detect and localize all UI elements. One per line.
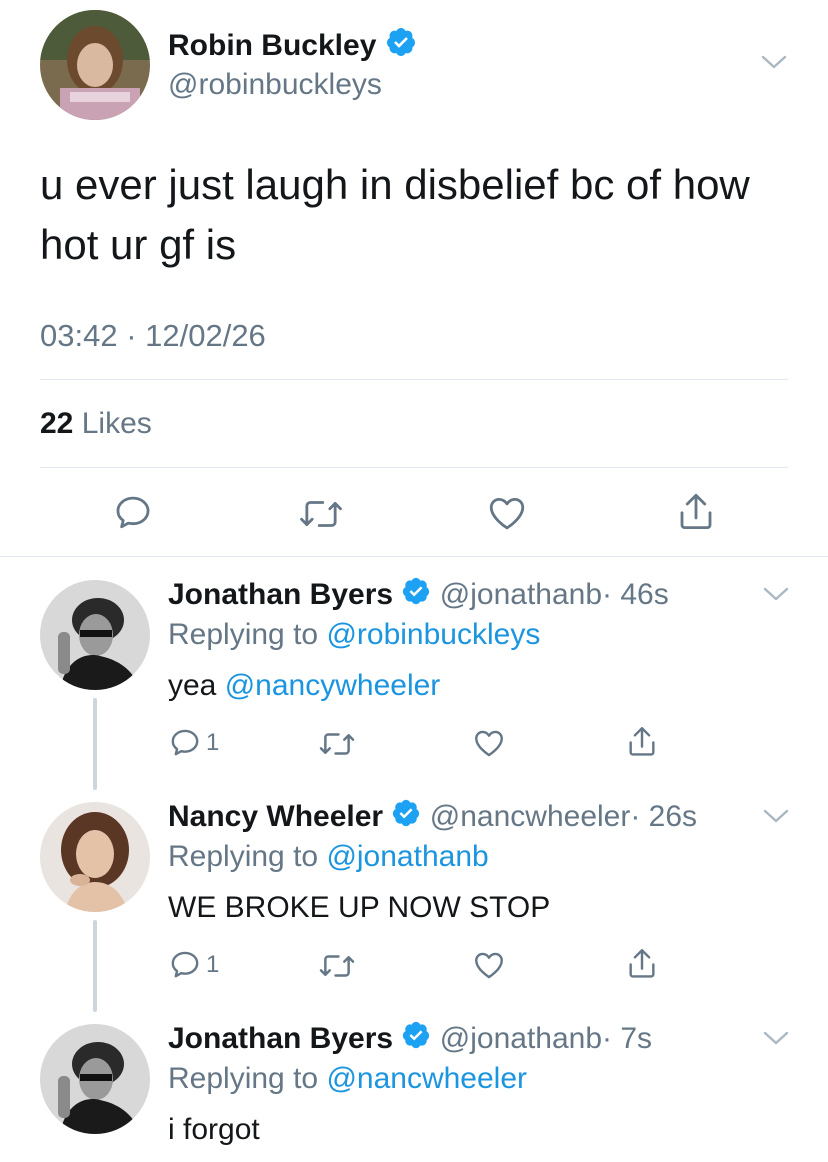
heart-icon[interactable] xyxy=(472,726,506,760)
replying-to-label: Replying to xyxy=(168,1062,319,1095)
tweet-text: u ever just laugh in disbelief bc of how… xyxy=(40,161,750,268)
replying-to-handle[interactable]: @jonathanb xyxy=(326,840,488,873)
avatar-photo xyxy=(40,802,150,912)
verified-badge-icon xyxy=(401,1020,431,1060)
retweet-icon[interactable] xyxy=(318,950,356,982)
divider xyxy=(0,556,828,557)
reply-header: Jonathan Byers @jonathanb· 7s xyxy=(168,1020,652,1060)
avatar-photo xyxy=(40,1024,150,1134)
replying-to-handle[interactable]: @robinbuckleys xyxy=(326,618,540,651)
author-name-text[interactable]: Robin Buckley xyxy=(168,29,376,62)
reply-button[interactable]: 1 xyxy=(168,726,219,760)
reply-count: 1 xyxy=(206,729,220,756)
avatar-photo xyxy=(40,10,150,120)
likes-summary[interactable]: 22 Likes xyxy=(40,405,152,443)
thread-line xyxy=(93,920,97,1012)
reply-icon xyxy=(168,726,202,760)
reply-author-name[interactable]: Jonathan Byers xyxy=(168,1022,393,1055)
reply-text: i forgot xyxy=(168,1113,260,1146)
reply-author-name[interactable]: Nancy Wheeler xyxy=(168,800,383,833)
avatar[interactable] xyxy=(40,802,150,912)
mention-link[interactable]: @nancywheeler xyxy=(225,669,441,702)
author-handle[interactable]: @robinbuckleys xyxy=(168,66,382,104)
reply-author-handle[interactable]: @nancwheeler xyxy=(430,800,631,833)
replying-to-label: Replying to xyxy=(168,840,319,873)
reply-text: yea @nancywheeler xyxy=(168,667,440,705)
chevron-down-icon[interactable] xyxy=(762,1028,790,1053)
reply-icon[interactable] xyxy=(112,492,154,534)
reply-text-body: yea xyxy=(168,669,217,702)
reply-time: · 7s xyxy=(602,1022,653,1055)
avatar[interactable] xyxy=(40,1024,150,1134)
replying-to: Replying to @nancwheeler xyxy=(168,1060,527,1098)
replying-to: Replying to @jonathanb xyxy=(168,838,489,876)
avatar[interactable] xyxy=(40,580,150,690)
reply-author-name[interactable]: Jonathan Byers xyxy=(168,578,393,611)
reply-time: · 46s xyxy=(602,578,669,611)
reply-author-handle[interactable]: @jonathanb xyxy=(440,1022,602,1055)
chevron-down-icon[interactable] xyxy=(762,806,790,831)
replying-to: Replying to @robinbuckleys xyxy=(168,616,540,654)
replying-to-label: Replying to xyxy=(168,618,319,651)
likes-label: Likes xyxy=(81,407,152,440)
verified-badge-icon xyxy=(385,26,417,68)
likes-count: 22 xyxy=(40,407,74,440)
thread-line xyxy=(93,698,97,790)
retweet-icon[interactable] xyxy=(298,494,344,534)
reply-button[interactable]: 1 xyxy=(168,948,219,982)
tweet-timestamp: 03:42 · 12/02/26 xyxy=(40,318,266,353)
share-icon[interactable] xyxy=(626,946,658,980)
chevron-down-icon[interactable] xyxy=(762,584,790,609)
author-name[interactable]: Robin Buckley xyxy=(168,26,417,68)
share-icon[interactable] xyxy=(676,490,716,532)
reply-count: 1 xyxy=(206,951,220,978)
avatar[interactable] xyxy=(40,10,150,120)
reply-text: WE BROKE UP NOW STOP xyxy=(168,891,551,924)
reply-time: · 26s xyxy=(630,800,698,833)
divider xyxy=(40,379,788,380)
heart-icon[interactable] xyxy=(486,492,528,534)
reply-icon xyxy=(168,948,202,982)
verified-badge-icon xyxy=(391,798,421,838)
divider xyxy=(40,467,788,468)
avatar-photo xyxy=(40,580,150,690)
share-icon[interactable] xyxy=(626,724,658,758)
chevron-down-icon[interactable] xyxy=(760,52,788,77)
verified-badge-icon xyxy=(401,576,431,616)
reply-header: Jonathan Byers @jonathanb· 46s xyxy=(168,576,669,616)
retweet-icon[interactable] xyxy=(318,728,356,760)
replying-to-handle[interactable]: @nancwheeler xyxy=(326,1062,527,1095)
reply-author-handle[interactable]: @jonathanb xyxy=(440,578,602,611)
reply-header: Nancy Wheeler @nancwheeler· 26s xyxy=(168,798,697,838)
heart-icon[interactable] xyxy=(472,948,506,982)
